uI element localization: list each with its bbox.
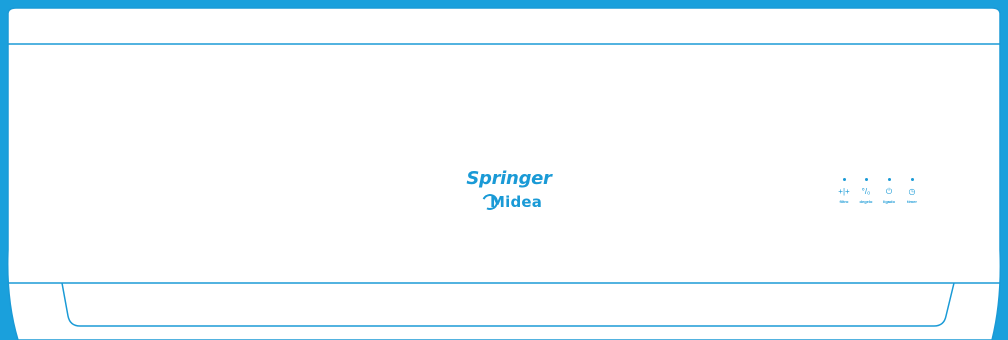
indicator-timer: ◷ timer (900, 176, 924, 205)
midea-wordmark: Midea (490, 193, 543, 211)
filter-led (842, 178, 846, 181)
indicator-label: filtro (839, 199, 849, 204)
power-led (887, 178, 891, 181)
power-icon: ⏻ (885, 187, 893, 196)
springer-logo: Springer (466, 168, 552, 189)
indicator-filter: +|+ filtro (832, 176, 856, 205)
filter-icon: +|+ (838, 187, 850, 196)
defrost-icon: °/₀ (861, 187, 871, 196)
timer-icon: ◷ (908, 187, 916, 196)
indicator-label: degelo (859, 199, 873, 204)
timer-led (910, 178, 914, 181)
indicator-power: ⏻ ligado (877, 176, 901, 205)
indicator-label: timer (907, 199, 917, 204)
indicator-defrost: °/₀ degelo (854, 176, 878, 205)
indicator-panel: +|+ filtro °/₀ degelo ⏻ ligado ◷ timer (832, 176, 932, 210)
air-conditioner-illustration: Springer Midea +|+ filtro °/₀ degelo ⏻ l… (0, 0, 1008, 340)
indicator-label: ligado (883, 199, 895, 204)
defrost-led (864, 178, 868, 181)
midea-logo: Midea (479, 191, 543, 213)
